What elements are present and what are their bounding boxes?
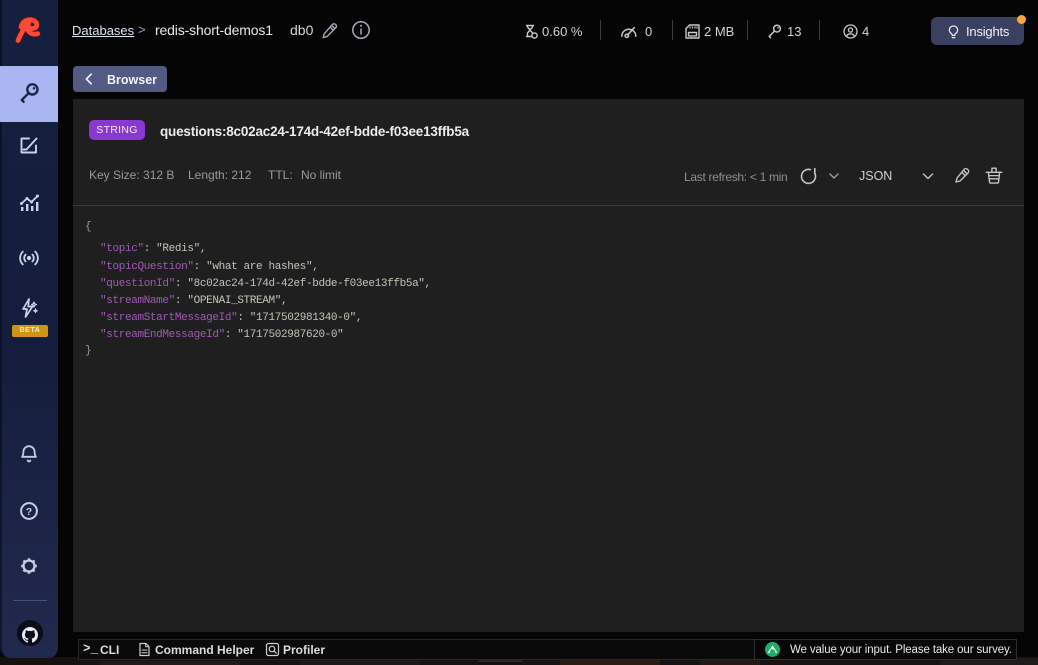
svg-text:?: ?: [26, 506, 32, 518]
